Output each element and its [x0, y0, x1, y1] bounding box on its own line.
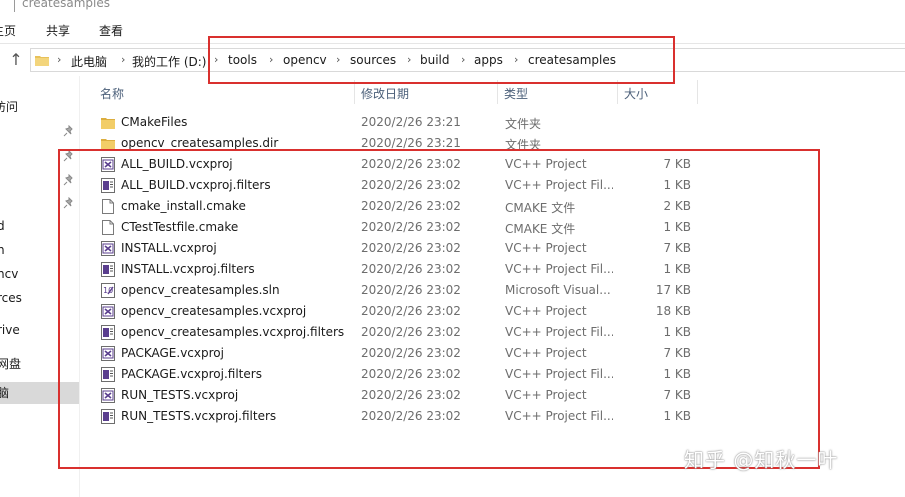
- folder-icon: [35, 56, 49, 66]
- nav-item-d[interactable]: d: [0, 219, 5, 233]
- table-row[interactable]: CMakeFiles 2020/2/26 23:21 文件夹: [95, 112, 695, 133]
- nav-item-sources[interactable]: rces: [0, 291, 22, 305]
- file-name: opencv_createsamples.dir: [121, 136, 279, 150]
- nav-item-this-pc-label: 脑: [0, 386, 10, 400]
- crumb-drive-d[interactable]: 我的工作 (D:): [132, 53, 206, 70]
- file-name: CMakeFiles: [121, 115, 188, 129]
- nav-item-quick-access[interactable]: 访问: [0, 98, 18, 115]
- pin-icon[interactable]: [63, 125, 75, 137]
- nav-item-n[interactable]: n: [0, 243, 5, 257]
- annotation-box-files: [58, 149, 820, 469]
- up-arrow-icon[interactable]: ↑: [8, 50, 24, 70]
- tab-home[interactable]: 主页: [0, 22, 16, 39]
- column-header-type-label: 类型: [504, 87, 529, 101]
- window-title: createsamples: [22, 0, 110, 10]
- tab-share[interactable]: 共享: [46, 22, 70, 39]
- column-header-size-label: 大小: [624, 87, 649, 101]
- chevron-right-icon[interactable]: ›: [57, 53, 61, 66]
- watermark: 知乎 @知秋一叶: [684, 448, 839, 472]
- column-header-date-label: 修改日期: [361, 87, 410, 101]
- nav-item-opencv[interactable]: ncv: [0, 267, 18, 281]
- crumb-this-pc[interactable]: 此电脑: [71, 53, 107, 70]
- file-type: 文件夹: [505, 117, 542, 131]
- file-date: 2020/2/26 23:21: [361, 115, 461, 129]
- file-date: 2020/2/26 23:21: [361, 136, 461, 150]
- tab-view[interactable]: 查看: [99, 22, 123, 39]
- annotation-box-path: [208, 36, 675, 84]
- column-separator[interactable]: [697, 80, 698, 104]
- title-bar: createsamples: [0, 0, 905, 14]
- chevron-right-icon[interactable]: ›: [121, 53, 125, 66]
- folder-icon: [101, 115, 115, 130]
- title-separator: [14, 0, 15, 12]
- nav-item-netdisk[interactable]: 网盘: [0, 355, 21, 372]
- nav-item-onedrive[interactable]: rive: [0, 323, 20, 337]
- column-header-name-label: 名称: [100, 87, 125, 101]
